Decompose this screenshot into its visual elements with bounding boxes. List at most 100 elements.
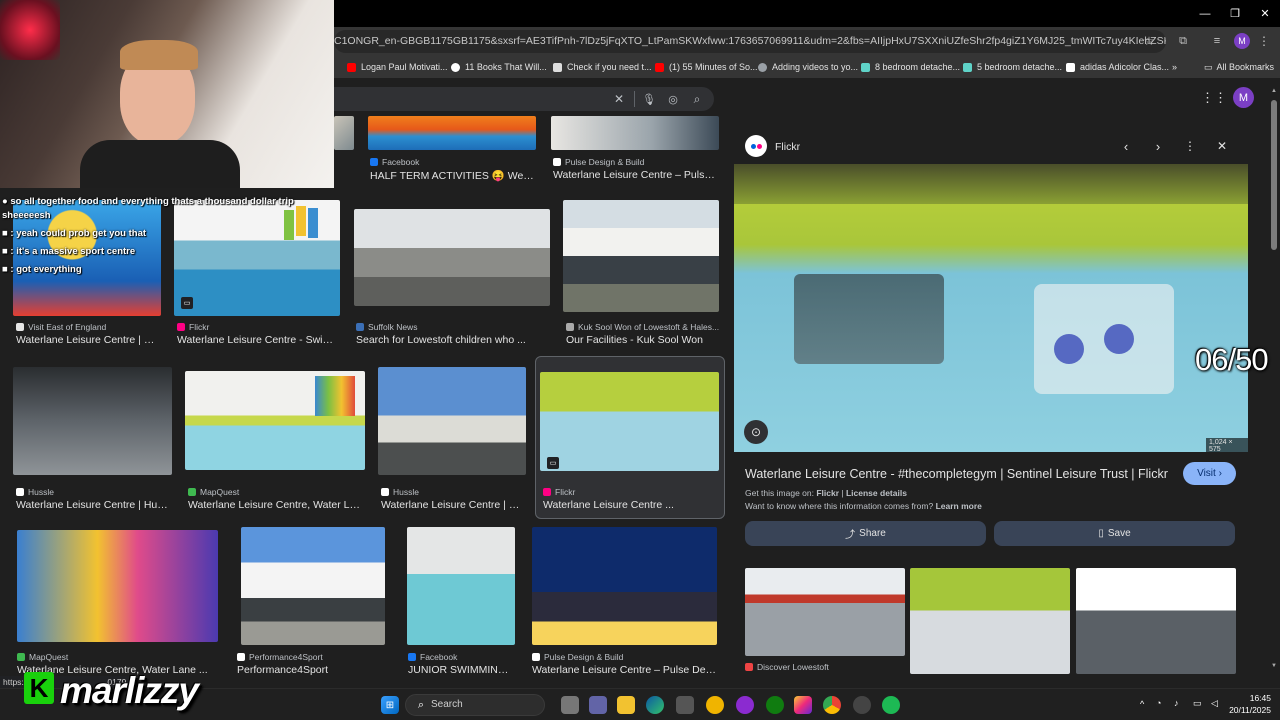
close-window-icon[interactable]: ✕ bbox=[1248, 0, 1280, 27]
result-source[interactable]: Flickr bbox=[543, 487, 719, 497]
volume-icon[interactable]: ◁ bbox=[1211, 698, 1218, 709]
search-box[interactable]: ✕ 🎙 ◎ ⌕ bbox=[334, 87, 714, 111]
tray-app-icon[interactable]: ◔ bbox=[1156, 698, 1161, 708]
result-caption[interactable]: Waterlane Leisure Centre – Pulse Desig..… bbox=[532, 664, 717, 676]
bookmark-item[interactable]: 11 Books That Will... bbox=[451, 59, 547, 75]
result-caption[interactable]: Waterlane Leisure Centre | Visi... bbox=[16, 334, 161, 346]
network-icon[interactable]: ▭ bbox=[1193, 698, 1202, 709]
profile-avatar[interactable]: M bbox=[1234, 33, 1250, 49]
media-icon[interactable]: ≡ bbox=[1210, 34, 1224, 48]
result-caption[interactable]: Waterlane Leisure Centre - Swim ... bbox=[177, 334, 340, 346]
result-image[interactable] bbox=[13, 367, 172, 475]
account-avatar[interactable]: M bbox=[1233, 87, 1254, 108]
result-caption[interactable]: Waterlane Leisure Centre – Pulse D... bbox=[553, 169, 719, 181]
clock-date[interactable]: 20/11/2025 bbox=[1226, 705, 1271, 715]
result-image[interactable] bbox=[241, 527, 385, 645]
image-title[interactable]: Waterlane Leisure Centre - #thecompleteg… bbox=[745, 467, 1175, 481]
app-icon[interactable] bbox=[706, 696, 724, 714]
result-caption[interactable]: Waterlane Leisure Centre ... bbox=[543, 499, 719, 511]
microphone-tray-icon[interactable]: ♪ bbox=[1174, 698, 1179, 708]
result-source[interactable]: Facebook bbox=[370, 157, 535, 167]
bookmark-item[interactable]: (1) 55 Minutes of So... bbox=[655, 59, 758, 75]
edge-icon[interactable] bbox=[646, 696, 664, 714]
search-icon[interactable]: ⌕ bbox=[690, 92, 704, 106]
store-icon[interactable] bbox=[676, 696, 694, 714]
scroll-thumb[interactable] bbox=[1271, 100, 1277, 250]
instagram-icon[interactable] bbox=[794, 696, 812, 714]
result-source[interactable]: Pulse Design & Build bbox=[532, 652, 717, 662]
start-icon[interactable]: ⊞ bbox=[381, 696, 399, 714]
result-source[interactable]: Hussle bbox=[381, 487, 526, 497]
previous-icon[interactable]: ‹ bbox=[1119, 139, 1133, 154]
result-image[interactable] bbox=[368, 116, 536, 150]
result-caption[interactable]: Our Facilities - Kuk Sool Won bbox=[566, 334, 719, 346]
opera-icon[interactable] bbox=[736, 696, 754, 714]
taskbar-search[interactable]: ⌕ Search bbox=[405, 694, 545, 716]
learn-more-link[interactable]: Learn more bbox=[936, 501, 982, 511]
bookmark-item[interactable]: adidas Adicolor Clas... bbox=[1066, 59, 1169, 75]
result-source[interactable]: MapQuest bbox=[188, 487, 365, 497]
result-source[interactable]: MapQuest bbox=[17, 652, 217, 662]
related-image[interactable] bbox=[745, 568, 905, 656]
apps-grid-icon[interactable]: ⋮⋮ bbox=[1201, 90, 1227, 106]
minimize-icon[interactable]: — bbox=[1188, 0, 1222, 27]
menu-icon[interactable]: ⋮ bbox=[1258, 34, 1270, 48]
share-button[interactable]: ⤴ Share bbox=[745, 521, 986, 546]
lens-search-icon[interactable]: ⊙ bbox=[744, 420, 768, 444]
scroll-up-icon[interactable]: ▲ bbox=[1270, 88, 1278, 96]
result-caption[interactable]: HALF TERM ACTIVITIES 😝 We ha... bbox=[370, 169, 535, 182]
result-image[interactable] bbox=[532, 527, 717, 645]
result-source[interactable]: Visit East of England bbox=[16, 322, 161, 332]
file-explorer-icon[interactable] bbox=[617, 696, 635, 714]
result-image[interactable] bbox=[378, 367, 526, 475]
result-image[interactable] bbox=[563, 200, 719, 312]
bookmark-item[interactable]: 8 bedroom detache... bbox=[861, 59, 960, 75]
result-image[interactable] bbox=[354, 209, 550, 306]
related-image[interactable] bbox=[910, 568, 1070, 674]
result-image[interactable]: ▭ bbox=[540, 372, 719, 471]
clock-time[interactable]: 16:45 bbox=[1247, 693, 1271, 703]
task-view-icon[interactable] bbox=[561, 696, 579, 714]
get-image-site-link[interactable]: Flickr bbox=[816, 488, 839, 498]
restore-icon[interactable]: ❐ bbox=[1218, 0, 1252, 27]
spotify-icon[interactable] bbox=[882, 696, 900, 714]
bookmark-item[interactable]: Check if you need t... bbox=[553, 59, 652, 75]
visit-button[interactable]: Visit › bbox=[1183, 462, 1236, 485]
chrome-icon[interactable] bbox=[823, 696, 841, 714]
preview-image[interactable]: ⊙ 1,024 × 575 bbox=[734, 164, 1248, 452]
more-options-icon[interactable]: ⋮ bbox=[1183, 139, 1197, 153]
result-source[interactable]: Facebook bbox=[408, 652, 516, 662]
result-caption[interactable]: Search for Lowestoft children who ... bbox=[356, 334, 550, 346]
result-image[interactable] bbox=[185, 371, 365, 470]
result-caption[interactable]: JUNIOR SWIMMING ... bbox=[408, 664, 516, 676]
license-link[interactable]: License details bbox=[846, 488, 907, 498]
close-panel-icon[interactable]: ✕ bbox=[1215, 139, 1229, 153]
scrollbar[interactable]: ▲ ▼ bbox=[1270, 88, 1278, 678]
bookmark-star-icon[interactable]: ☆ bbox=[1142, 34, 1156, 48]
lens-icon[interactable]: ◎ bbox=[666, 92, 680, 106]
all-bookmarks-button[interactable]: ▭ All Bookmarks bbox=[1204, 59, 1274, 75]
bookmark-item[interactable]: Logan Paul Motivati... bbox=[347, 59, 448, 75]
teams-icon[interactable] bbox=[589, 696, 607, 714]
result-image[interactable] bbox=[407, 527, 515, 645]
result-source[interactable]: Hussle bbox=[16, 487, 172, 497]
result-source[interactable]: Performance4Sport bbox=[237, 652, 387, 662]
related-source[interactable]: Discover Lowestoft bbox=[745, 662, 905, 672]
result-source[interactable]: Kuk Sool Won of Lowestoft & Hales... bbox=[566, 322, 719, 332]
tray-chevron-icon[interactable]: ^ bbox=[1140, 699, 1144, 709]
next-icon[interactable]: › bbox=[1151, 139, 1165, 154]
scroll-down-icon[interactable]: ▼ bbox=[1270, 663, 1278, 671]
microphone-icon[interactable]: 🎙 bbox=[642, 92, 656, 106]
result-caption[interactable]: Waterlane Leisure Centre | Hus... bbox=[381, 499, 526, 511]
bookmark-item[interactable]: 5 bedroom detache... bbox=[963, 59, 1062, 75]
result-image[interactable] bbox=[17, 530, 218, 642]
result-caption[interactable]: Waterlane Leisure Centre | Hussl... bbox=[16, 499, 172, 511]
result-source[interactable]: Suffolk News bbox=[356, 322, 550, 332]
more-bookmarks-button[interactable]: » bbox=[1172, 59, 1177, 75]
obs-icon[interactable] bbox=[853, 696, 871, 714]
result-source[interactable]: Pulse Design & Build bbox=[553, 157, 719, 167]
save-button[interactable]: ▯ Save bbox=[994, 521, 1235, 546]
bookmark-item[interactable]: Adding videos to yo... bbox=[758, 59, 858, 75]
xbox-icon[interactable] bbox=[766, 696, 784, 714]
extensions-icon[interactable]: ⧉ bbox=[1176, 34, 1190, 48]
